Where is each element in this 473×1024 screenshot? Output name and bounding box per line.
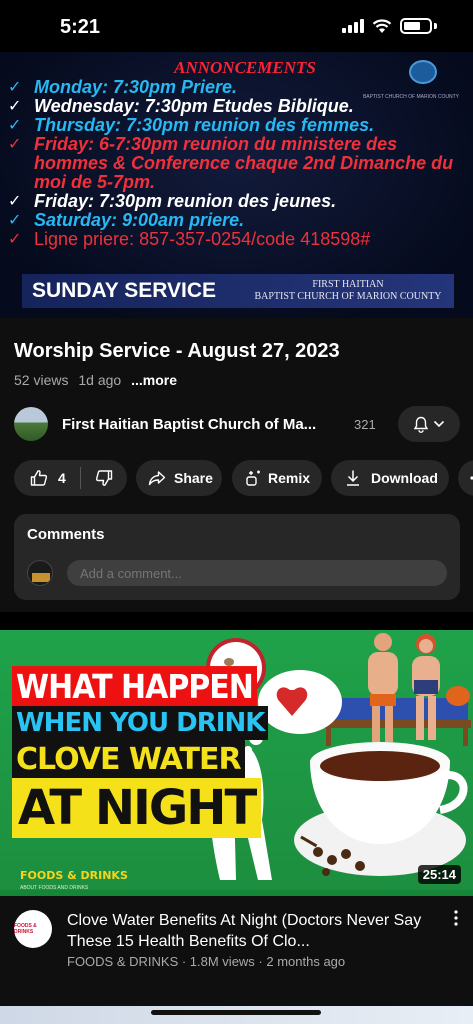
home-indicator[interactable]: [151, 1010, 321, 1015]
announcement-text: Monday: 7:30pm Priere.: [34, 77, 238, 97]
section-divider: [0, 612, 473, 630]
announcement-line: ✓ Wednesday: 7:30pm Etudes Biblique.: [8, 97, 468, 116]
action-bar: 4 Share Remix Download: [14, 460, 473, 496]
announcement-text: Friday: 6-7:30pm reunion du ministere de…: [34, 134, 454, 192]
download-icon: [347, 470, 359, 486]
thumbs-up-icon[interactable]: [30, 469, 48, 487]
recommended-video-meta: FOODS & DRINKS · 1.8M views · 2 months a…: [67, 954, 346, 969]
announcement-line: ✓ Saturday: 9:00am priere.: [8, 211, 468, 230]
recommended-channel-avatar[interactable]: FOODS & DRINKS: [14, 910, 52, 948]
subscriber-count: 321: [354, 416, 376, 432]
announcement-text: Friday: 7:30pm reunion des jeunes.: [34, 191, 337, 211]
like-count: 4: [58, 470, 66, 486]
thumbnail-brand: FOODS & DRINKS: [20, 869, 128, 882]
bell-icon: [413, 416, 429, 433]
video-duration-badge: 25:14: [417, 865, 461, 884]
thumbnail-text-line-1: WHAT HAPPEN: [12, 666, 257, 709]
announcement-line: ✓ Friday: 6-7:30pm reunion du ministere d…: [8, 135, 468, 192]
check-icon: ✓: [8, 117, 22, 134]
announcement-list: ✓ Monday: 7:30pm Priere. ✓ Wednesday: 7:30…: [8, 78, 468, 249]
share-label: Share: [174, 470, 213, 486]
notification-bell-button[interactable]: [398, 406, 460, 442]
announcement-text: Ligne priere: 857-357-0254/code 418598#: [34, 229, 371, 249]
comment-input[interactable]: [67, 560, 447, 586]
status-time: 5:21: [60, 16, 101, 38]
video-player[interactable]: ANNONCEMENTS BAPTIST CHURCH OF MARION CO…: [0, 52, 473, 318]
more-icon: [470, 476, 473, 480]
announcement-text: Wednesday: 7:30pm Etudes Biblique.: [34, 96, 354, 116]
like-dislike-group: 4: [14, 460, 127, 496]
check-icon: ✓: [8, 231, 22, 248]
recommended-video-details[interactable]: FOODS & DRINKS Clove Water Benefits At N…: [0, 906, 473, 976]
announcement-line: ✓ Ligne priere: 857-357-0254/code 418598#: [8, 230, 468, 249]
video-meta[interactable]: 52 views 1d ago ...more: [14, 372, 177, 388]
battery-icon: [400, 18, 432, 34]
status-bar: 5:21: [0, 0, 473, 52]
banner-line-2: BAPTIST CHURCH OF MARION COUNTY: [254, 291, 442, 302]
user-avatar: [27, 560, 53, 586]
wifi-icon: [372, 18, 392, 33]
upload-age: 1d ago: [78, 372, 122, 388]
announcement-title: ANNONCEMENTS: [174, 58, 316, 77]
banner-line-1: FIRST HAITIAN: [312, 279, 384, 290]
next-video-peek[interactable]: [0, 1006, 473, 1024]
like-divider: [79, 467, 81, 489]
remix-label: Remix: [268, 470, 311, 486]
announcement-line: ✓ Thursday: 7:30pm reunion des femmes.: [8, 116, 468, 135]
download-label: Download: [371, 470, 438, 486]
service-banner: SUNDAY SERVICE FIRST HAITIAN BAPTIST CHU…: [22, 274, 454, 308]
announcement-line: ✓ Monday: 7:30pm Priere.: [8, 78, 468, 97]
battery-nub: [434, 23, 437, 29]
cellular-signal-icon: [342, 19, 364, 33]
channel-row[interactable]: First Haitian Baptist Church of Ma... 32…: [14, 406, 460, 442]
banner-title: SUNDAY SERVICE: [32, 279, 217, 302]
announcement-line: ✓ Friday: 7:30pm reunion des jeunes.: [8, 192, 468, 211]
announcement-text: Thursday: 7:30pm reunion des femmes.: [34, 115, 375, 135]
recommended-thumbnail[interactable]: WHAT HAPPEN WHEN YOU DRINK CLOVE WATER A…: [0, 630, 473, 896]
chevron-down-icon: [433, 420, 445, 428]
check-icon: ✓: [8, 212, 22, 229]
thumbs-down-icon[interactable]: [95, 469, 113, 487]
status-icons: [342, 18, 437, 34]
remix-button[interactable]: Remix: [232, 460, 322, 496]
more-link[interactable]: ...more: [131, 372, 177, 388]
check-icon: ✓: [8, 98, 22, 115]
thumbnail-text-line-4: AT NIGHT: [12, 778, 262, 838]
check-icon: ✓: [8, 193, 22, 210]
check-icon: ✓: [8, 136, 22, 153]
more-actions-button[interactable]: [458, 460, 473, 496]
banner-church-name: FIRST HAITIAN BAPTIST CHURCH OF MARION C…: [242, 279, 454, 303]
thumbnail-text-line-3: CLOVE WATER: [12, 740, 245, 779]
video-title: Worship Service - August 27, 2023: [14, 340, 340, 362]
comments-panel[interactable]: Comments: [14, 514, 460, 600]
view-count: 52 views: [14, 372, 69, 388]
share-button[interactable]: Share: [136, 460, 222, 496]
channel-name[interactable]: First Haitian Baptist Church of Ma...: [62, 416, 350, 433]
comments-title: Comments: [27, 526, 105, 543]
channel-avatar[interactable]: [14, 407, 48, 441]
remix-icon: [246, 470, 260, 486]
share-icon: [148, 471, 166, 486]
check-icon: ✓: [8, 79, 22, 96]
recommended-video-title[interactable]: Clove Water Benefits At Night (Doctors N…: [67, 910, 441, 952]
download-button[interactable]: Download: [331, 460, 449, 496]
thumbnail-text-line-2: WHEN YOU DRINK: [12, 706, 269, 740]
kebab-menu-icon[interactable]: [451, 910, 461, 931]
thumbnail-bottom-bar: [0, 890, 473, 896]
announcement-text: Saturday: 9:00am priere.: [34, 210, 245, 230]
video-frame: ANNONCEMENTS BAPTIST CHURCH OF MARION CO…: [0, 52, 473, 318]
